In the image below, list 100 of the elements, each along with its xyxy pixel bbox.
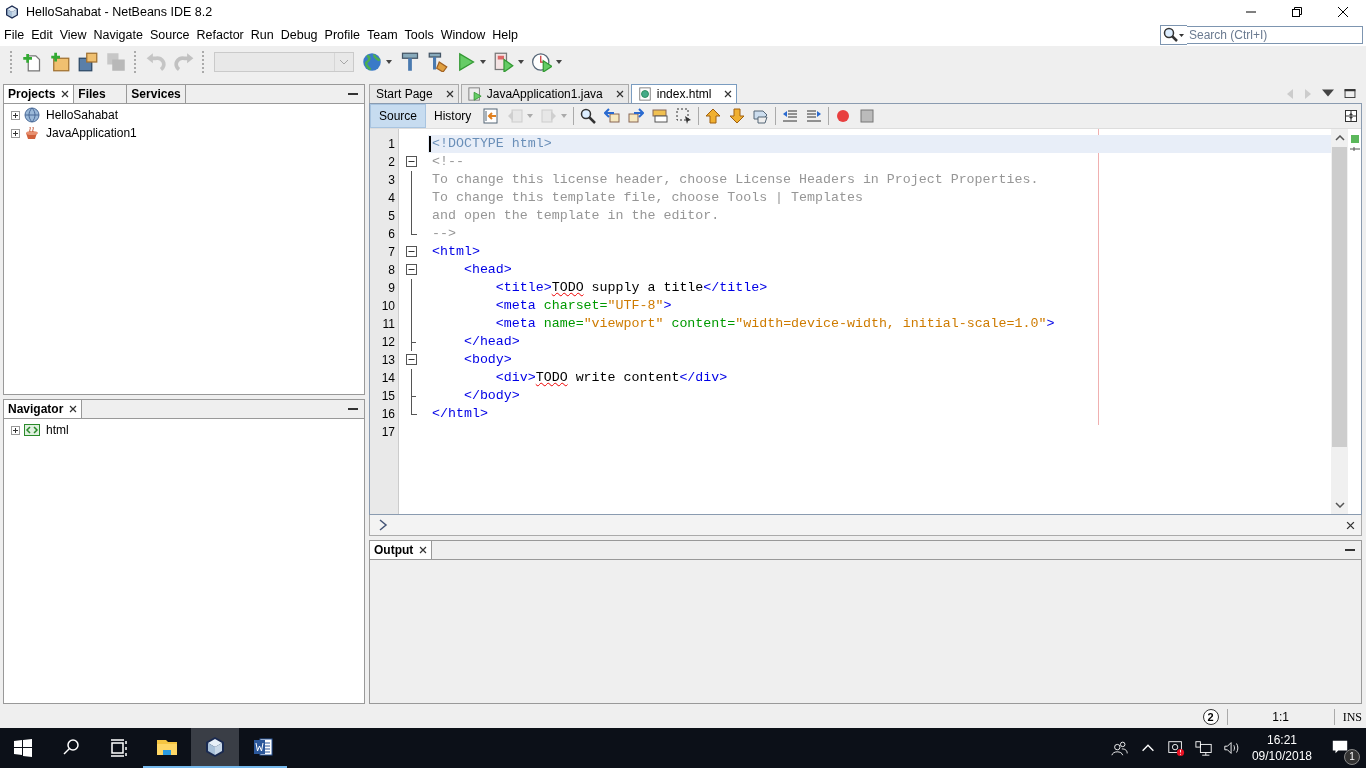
highlight-icon[interactable] bbox=[652, 108, 669, 124]
dropdown-arrow-icon[interactable] bbox=[480, 60, 486, 64]
shift-left-icon[interactable] bbox=[782, 108, 799, 124]
minimize-icon[interactable] bbox=[1345, 548, 1355, 552]
panel-tab[interactable]: Projects bbox=[4, 85, 75, 103]
panel-tab[interactable]: Output bbox=[370, 541, 433, 559]
menu-item[interactable]: Navigate bbox=[93, 28, 143, 42]
line-number: 13 bbox=[380, 352, 396, 369]
expand-icon[interactable] bbox=[11, 110, 20, 120]
code-line: To change this license header, choose License Headers in Project Properties. bbox=[431, 172, 1039, 187]
menu-item[interactable]: Team bbox=[367, 28, 398, 42]
hammer-icon[interactable] bbox=[400, 52, 420, 72]
line-number: 4 bbox=[387, 190, 396, 207]
globe-icon[interactable] bbox=[362, 52, 382, 72]
minimize-icon[interactable] bbox=[348, 92, 358, 96]
close-icon[interactable] bbox=[61, 90, 70, 98]
bookmark-down-icon[interactable] bbox=[729, 108, 746, 124]
coffee-icon bbox=[24, 125, 40, 141]
last-edit-icon[interactable] bbox=[483, 108, 500, 124]
volume-icon[interactable] bbox=[1222, 739, 1241, 757]
collapse-icon[interactable] bbox=[406, 156, 417, 167]
menu-item[interactable]: Edit bbox=[31, 28, 53, 42]
minimize-icon[interactable] bbox=[348, 407, 358, 411]
code-line: <body> bbox=[462, 352, 512, 367]
page-play-icon[interactable] bbox=[494, 52, 514, 72]
bookmark-toggle-icon[interactable] bbox=[753, 108, 770, 124]
people-icon[interactable] bbox=[1110, 739, 1129, 757]
close-icon[interactable] bbox=[419, 546, 428, 554]
menu-item[interactable]: File bbox=[4, 28, 25, 42]
view-tab[interactable]: Source bbox=[370, 104, 427, 128]
tree-item[interactable]: HelloSahabat bbox=[46, 108, 119, 122]
warning-monitor-icon[interactable] bbox=[1166, 739, 1185, 757]
close-icon[interactable] bbox=[1346, 520, 1355, 530]
hammer-broom-icon[interactable] bbox=[428, 52, 448, 72]
status-indicator bbox=[1350, 135, 1359, 143]
magnifier-icon[interactable] bbox=[580, 108, 597, 124]
dropdown-arrow-icon[interactable] bbox=[518, 60, 524, 64]
clock-play-icon[interactable] bbox=[532, 52, 552, 72]
maximize-icon[interactable] bbox=[1344, 89, 1356, 98]
line-number: 10 bbox=[380, 298, 396, 315]
code-line: <meta charset="UTF-8"> bbox=[494, 298, 672, 313]
menu-item[interactable]: View bbox=[59, 28, 87, 42]
scroll-down-icon[interactable] bbox=[1334, 502, 1345, 508]
open-folder-icon[interactable] bbox=[78, 52, 98, 72]
scrollbar-thumb[interactable] bbox=[1332, 147, 1347, 447]
new-file-icon[interactable] bbox=[22, 52, 42, 72]
rect-select-icon[interactable] bbox=[676, 108, 693, 124]
code-line: To change this template file, choose Tools | Templates bbox=[431, 190, 863, 205]
close-icon[interactable] bbox=[724, 90, 733, 98]
editor-tab[interactable]: index.html bbox=[630, 84, 738, 103]
scroll-up-icon[interactable] bbox=[1334, 135, 1345, 141]
menu-item[interactable]: Run bbox=[250, 28, 274, 42]
dropdown-arrow-icon[interactable] bbox=[386, 60, 392, 64]
clock[interactable]: 16:21 09/10/2018 bbox=[1251, 732, 1312, 764]
close-icon[interactable] bbox=[69, 405, 78, 413]
close-icon[interactable] bbox=[615, 90, 624, 98]
chevron-right-icon[interactable] bbox=[378, 519, 388, 531]
tree-item[interactable]: JavaApplication1 bbox=[46, 126, 137, 140]
dropdown-arrow-icon[interactable] bbox=[556, 60, 562, 64]
record-icon[interactable] bbox=[835, 108, 852, 124]
page-icon bbox=[637, 87, 652, 101]
window-title: HelloSahabat - NetBeans IDE 8.2 bbox=[26, 5, 213, 19]
code-line: </html> bbox=[431, 406, 488, 421]
menu-item[interactable]: Profile bbox=[324, 28, 360, 42]
menu-item[interactable]: Refactor bbox=[196, 28, 244, 42]
close-icon[interactable] bbox=[445, 90, 454, 98]
panel-tab[interactable]: Navigator bbox=[4, 400, 83, 418]
shift-right-icon[interactable] bbox=[806, 108, 823, 124]
notification-bubble[interactable]: 2 bbox=[1202, 709, 1219, 725]
view-tab[interactable]: History bbox=[426, 105, 480, 127]
collapse-icon[interactable] bbox=[406, 246, 417, 257]
line-number: 12 bbox=[380, 334, 396, 351]
dropdown-arrow-icon[interactable] bbox=[1322, 89, 1334, 98]
tree-item[interactable]: html bbox=[46, 423, 69, 437]
menu-item[interactable]: Tools bbox=[404, 28, 434, 42]
collapse-icon[interactable] bbox=[406, 264, 417, 275]
bookmark-up-icon[interactable] bbox=[705, 108, 722, 124]
expand-icon[interactable] bbox=[11, 425, 20, 435]
restore-icon[interactable] bbox=[1291, 6, 1303, 18]
find-left-icon[interactable] bbox=[604, 108, 621, 124]
editor-tab[interactable]: Start Page bbox=[369, 84, 459, 103]
cube-taskbar-button[interactable] bbox=[191, 728, 239, 768]
menu-item[interactable]: Window bbox=[440, 28, 486, 42]
page-play-icon bbox=[467, 87, 482, 101]
word-icon bbox=[251, 735, 275, 759]
close-icon[interactable] bbox=[1337, 6, 1349, 18]
menu-item[interactable]: Help bbox=[492, 28, 518, 42]
split-icon[interactable] bbox=[1345, 110, 1357, 122]
menu-item[interactable]: Source bbox=[149, 28, 190, 42]
find-right-icon[interactable] bbox=[628, 108, 645, 124]
network-icon[interactable] bbox=[1194, 739, 1213, 757]
code-line: <html> bbox=[431, 244, 480, 259]
start-icon[interactable] bbox=[11, 736, 35, 760]
editor-tab[interactable]: JavaApplication1.java bbox=[460, 84, 629, 103]
expand-icon[interactable] bbox=[11, 128, 20, 138]
new-folder-icon[interactable] bbox=[50, 52, 70, 72]
tag-icon bbox=[24, 422, 40, 438]
insert-mode: INS bbox=[1342, 709, 1362, 725]
menu-item[interactable]: Debug bbox=[280, 28, 318, 42]
collapse-icon[interactable] bbox=[406, 354, 417, 365]
